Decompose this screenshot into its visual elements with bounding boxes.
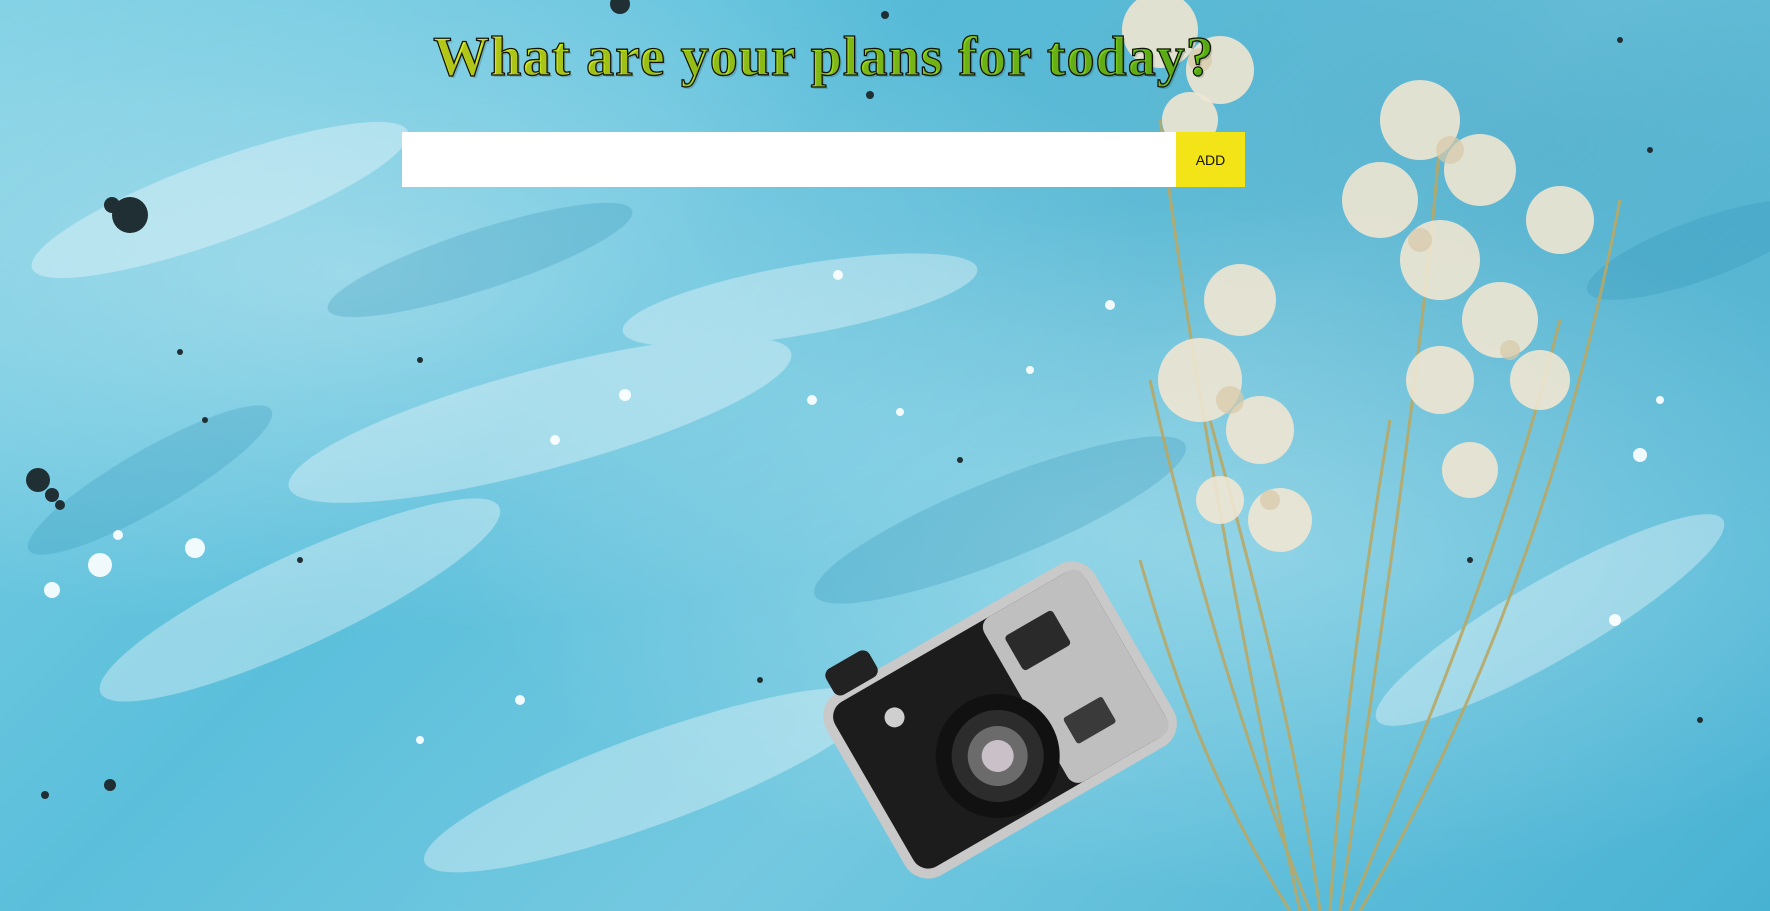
todo-input[interactable] — [402, 132, 1176, 187]
page-title: What are your plans for today? — [0, 24, 1648, 90]
add-todo-form: ADD — [402, 132, 1245, 187]
add-button[interactable]: ADD — [1176, 132, 1245, 187]
